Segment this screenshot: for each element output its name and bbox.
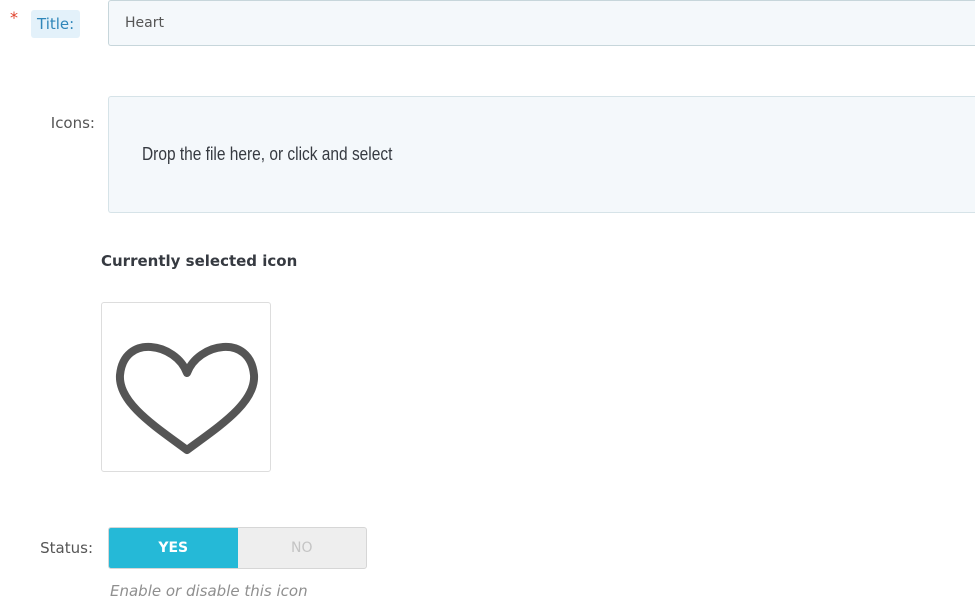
icon-file-dropzone[interactable]: Drop the file here, or click and select	[108, 96, 975, 213]
heart-outline-icon	[116, 343, 258, 454]
status-yes-option[interactable]: YES	[109, 528, 238, 568]
status-label: Status:	[40, 539, 93, 557]
title-label: Title:	[31, 10, 81, 38]
current-icon-preview	[101, 302, 271, 472]
status-help-text: Enable or disable this icon	[110, 582, 308, 600]
dropzone-text: Drop the file here, or click and select	[142, 144, 393, 164]
icon-edit-form: * Title: Icons: Drop the file here, or c…	[0, 0, 975, 603]
status-switch[interactable]: YES NO	[108, 527, 367, 569]
icons-label: Icons:	[50, 114, 95, 132]
status-no-option[interactable]: NO	[238, 528, 367, 568]
required-marker: *	[10, 8, 18, 27]
title-input[interactable]	[108, 0, 975, 46]
current-icon-heading: Currently selected icon	[101, 252, 298, 270]
